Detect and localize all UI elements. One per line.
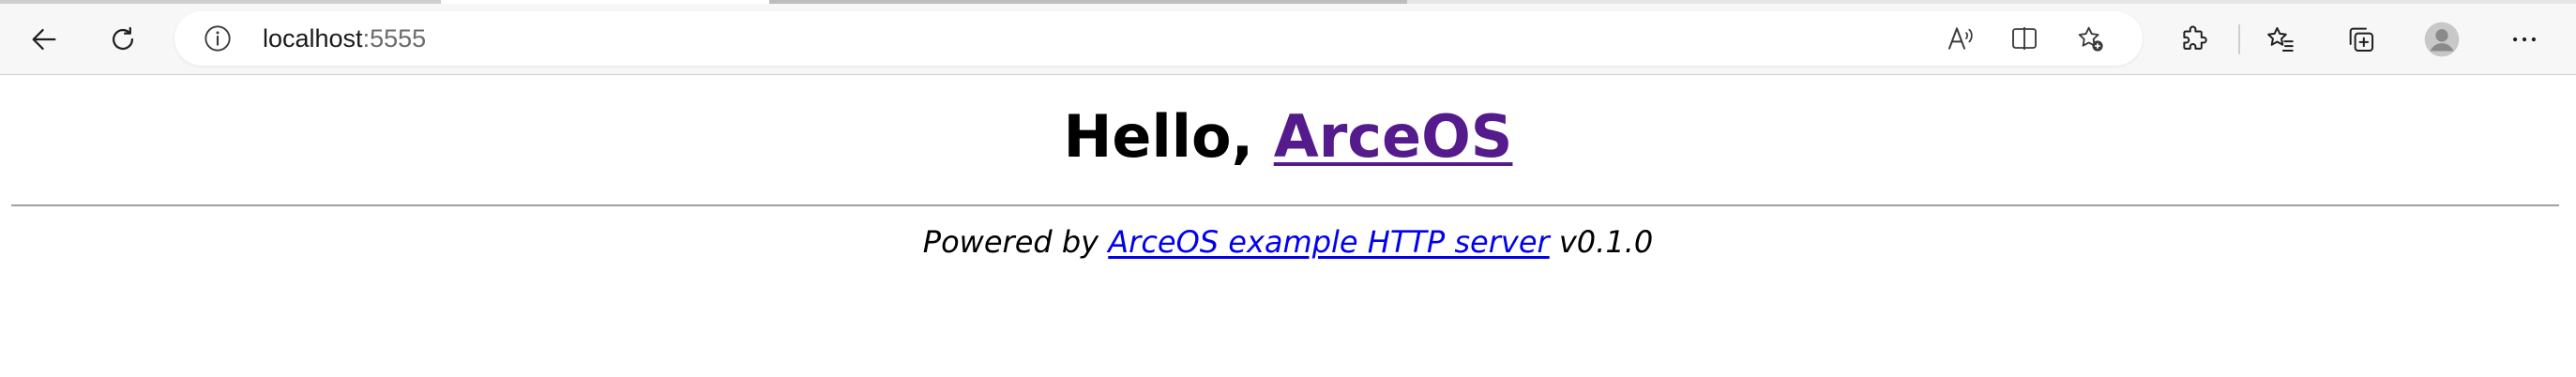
powered-by-text: Powered by xyxy=(922,224,1109,260)
heading-text: Hello, xyxy=(1063,102,1274,171)
add-favorite-button[interactable] xyxy=(2073,22,2107,55)
address-bar[interactable]: localhost:5555 xyxy=(174,11,2143,66)
url-port: :5555 xyxy=(362,24,427,53)
url-text[interactable]: localhost:5555 xyxy=(263,20,426,57)
add-favorite-icon xyxy=(2078,26,2103,52)
url-host: localhost xyxy=(263,24,363,53)
split-screen-button[interactable] xyxy=(2008,22,2041,55)
toolbar-separator xyxy=(2238,24,2240,54)
refresh-icon xyxy=(112,26,134,51)
extensions-button[interactable] xyxy=(2169,14,2220,65)
version-text: v0.1.0 xyxy=(1549,224,1654,260)
more-button[interactable] xyxy=(2499,14,2550,65)
http-server-link[interactable]: ArceOS example HTTP server xyxy=(1108,224,1549,260)
read-aloud-icon xyxy=(1948,27,1973,50)
refresh-button[interactable] xyxy=(98,14,148,65)
favorites-icon xyxy=(2267,26,2294,53)
profile-icon xyxy=(2424,22,2460,57)
split-screen-icon xyxy=(2012,27,2037,50)
puzzle-icon xyxy=(2183,25,2207,50)
favorites-button[interactable] xyxy=(2255,14,2306,65)
collections-icon xyxy=(2349,27,2374,53)
arceos-link[interactable]: ArceOS xyxy=(1274,102,1513,171)
collections-button[interactable] xyxy=(2336,14,2387,65)
profile-button[interactable] xyxy=(2417,14,2467,65)
divider xyxy=(11,204,2559,206)
page-content: Hello, ArceOS Powered by ArceOS example … xyxy=(0,75,2576,377)
browser-toolbar: localhost:5555 xyxy=(0,0,2576,75)
read-aloud-button[interactable] xyxy=(1944,22,1977,55)
tab-strip-edge xyxy=(0,0,2576,4)
more-icon xyxy=(2512,37,2537,42)
back-arrow-icon xyxy=(32,28,56,51)
info-icon[interactable] xyxy=(203,23,233,53)
page-heading: Hello, ArceOS xyxy=(0,92,2576,182)
powered-by-line: Powered by ArceOS example HTTP server v0… xyxy=(0,216,2576,268)
back-button[interactable] xyxy=(19,14,69,65)
